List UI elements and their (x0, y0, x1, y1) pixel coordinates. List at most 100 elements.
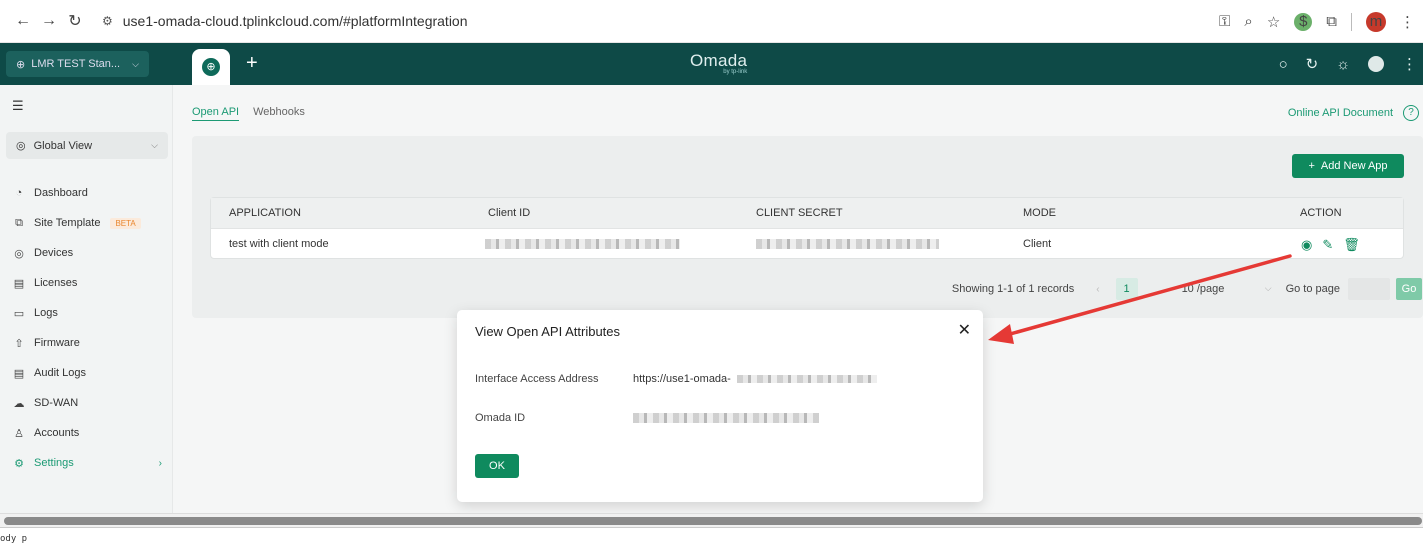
horizontal-scrollbar[interactable] (0, 513, 1423, 527)
location-icon: ◎ (16, 140, 26, 152)
user-avatar[interactable] (1368, 56, 1384, 72)
plus-icon: + (1308, 160, 1315, 172)
profile-avatar[interactable]: m (1366, 11, 1386, 32)
interface-address-label: Interface Access Address (475, 373, 599, 385)
site-info-icon[interactable]: ⚙ (102, 14, 113, 28)
pagination: Showing 1-1 of 1 records ‹ 1 10 /page ⌵ … (952, 277, 1423, 301)
audit-icon: ▤ (13, 367, 25, 380)
dashboard-icon: ◔ (15, 187, 23, 199)
header-application: APPLICATION (229, 207, 301, 219)
back-icon[interactable]: ← (10, 12, 36, 30)
header-client-secret: CLIENT SECRET (756, 207, 843, 219)
sidebar-item-settings[interactable]: ⚙ Settings › (0, 448, 172, 478)
header-client-id: Client ID (488, 207, 531, 219)
kebab-menu-icon[interactable]: ⋮ (1400, 13, 1415, 31)
theme-icon[interactable]: ☼ (1336, 56, 1350, 73)
page-1-button[interactable]: 1 (1115, 278, 1138, 300)
sidebar-item-accounts[interactable]: ♙ Accounts (0, 418, 172, 448)
view-eye-icon[interactable]: ◉ (1301, 237, 1312, 253)
interface-address-value: https://use1-omada- (633, 373, 877, 385)
zoom-icon[interactable]: ⌕ (1244, 13, 1252, 30)
star-icon[interactable]: ☆ (1267, 13, 1280, 31)
apps-table: APPLICATION Client ID CLIENT SECRET MODE… (210, 197, 1404, 259)
user-icon: ♙ (14, 427, 24, 440)
close-icon[interactable]: ✕ (958, 320, 971, 340)
cloud-icon: ☁ (13, 397, 25, 410)
chevron-right-icon: › (158, 457, 162, 469)
omada-id-value-redacted (633, 412, 819, 424)
site-selector-label: LMR TEST Stan... (31, 58, 121, 70)
sidebar-item-firmware[interactable]: ⇧ Firmware (0, 328, 172, 358)
sidebar-item-site-template[interactable]: ⧉ Site Template BETA (0, 208, 172, 238)
extension-icon[interactable]: $ (1294, 12, 1313, 31)
chevron-down-icon: ⌵ (151, 140, 158, 150)
url-text: use1-omada-cloud.tplinkcloud.com/#platfo… (122, 13, 468, 29)
tab-webhooks[interactable]: Webhooks (253, 106, 305, 121)
beta-badge: BETA (110, 217, 141, 229)
page-size-select[interactable]: 10 /page ⌵ (1182, 283, 1272, 295)
modal-title: View Open API Attributes (475, 324, 621, 339)
cell-application: test with client mode (229, 238, 329, 250)
firmware-icon: ⇧ (14, 337, 24, 350)
subtabs: Open API Webhooks (192, 106, 305, 121)
omada-logo: Omada by tp-link (690, 51, 748, 75)
view-api-attributes-modal: View Open API Attributes ✕ Interface Acc… (457, 310, 983, 502)
ok-button[interactable]: OK (475, 454, 519, 478)
goto-label: Go to page (1285, 283, 1340, 295)
chevron-down-icon: ⌵ (1264, 283, 1272, 293)
devices-icon: ◎ (14, 247, 24, 260)
omada-id-label: Omada ID (475, 412, 526, 424)
prev-page-icon[interactable]: ‹ (1096, 284, 1099, 295)
sidebar: ☰ ◎ Global View ⌵ ◔ Dashboard ⧉ Site Tem… (0, 85, 173, 513)
global-tab[interactable]: ⊕ (192, 49, 230, 85)
reload-icon[interactable]: ↻ (62, 11, 88, 31)
logs-icon: ▭ (13, 307, 25, 320)
toolbar-divider (1351, 12, 1352, 31)
sidebar-menu: ◔ Dashboard ⧉ Site Template BETA ◎ Devic… (0, 178, 172, 478)
puzzle-icon[interactable]: ⧉ (1326, 13, 1337, 30)
row-actions: ◉ ✎ 🗑 (1301, 229, 1360, 260)
sidebar-item-licenses[interactable]: ▤ Licenses (0, 268, 172, 298)
scrollbar-thumb[interactable] (4, 517, 1422, 525)
sidebar-item-audit-logs[interactable]: ▤ Audit Logs (0, 358, 172, 388)
sidebar-item-devices[interactable]: ◎ Devices (0, 238, 172, 268)
address-bar[interactable]: ⚙ use1-omada-cloud.tplinkcloud.com/#plat… (102, 6, 1252, 36)
global-view-selector[interactable]: ◎ Global View ⌵ (6, 132, 168, 159)
help-icon: ? (1403, 105, 1419, 121)
delete-trash-icon[interactable]: 🗑 (1343, 237, 1360, 253)
global-view-label: Global View (33, 139, 93, 152)
edit-icon[interactable]: ✎ (1322, 237, 1333, 253)
template-icon: ⧉ (15, 216, 23, 229)
site-selector[interactable]: ⊕ LMR TEST Stan... ⌵ (6, 51, 149, 77)
open-api-card: + Add New App APPLICATION Client ID CLIE… (192, 136, 1423, 318)
browser-toolbar: ← → ↻ ⚙ use1-omada-cloud.tplinkcloud.com… (0, 0, 1423, 43)
api-document-link[interactable]: Online API Document ? (1288, 105, 1419, 121)
key-icon[interactable]: ⚿ (1219, 13, 1230, 30)
globe-icon: ⊕ (202, 58, 220, 76)
sidebar-item-dashboard[interactable]: ◔ Dashboard (0, 178, 172, 208)
tab-open-api[interactable]: Open API (192, 106, 240, 121)
collapse-menu-icon[interactable]: ☰ (12, 98, 24, 114)
add-new-app-button[interactable]: + Add New App (1292, 154, 1404, 178)
chevron-down-icon: ⌵ (132, 58, 139, 69)
gear-icon: ⚙ (14, 457, 24, 470)
add-tab-icon[interactable]: + (246, 52, 258, 75)
table-row: test with client mode Client ◉ ✎ 🗑 (211, 229, 1403, 260)
goto-page-input[interactable] (1348, 278, 1390, 300)
more-icon[interactable]: ⋮ (1402, 55, 1417, 73)
go-button[interactable]: Go (1396, 278, 1422, 300)
globe-icon: ⊕ (16, 58, 26, 71)
sidebar-item-sd-wan[interactable]: ☁ SD-WAN (0, 388, 172, 418)
header-action: ACTION (1300, 207, 1342, 219)
table-header: APPLICATION Client ID CLIENT SECRET MODE… (211, 198, 1403, 229)
sidebar-item-logs[interactable]: ▭ Logs (0, 298, 172, 328)
cell-mode: Client (1023, 238, 1052, 250)
cell-client-secret-redacted (756, 229, 939, 260)
forward-icon[interactable]: → (36, 12, 62, 30)
app-header: ⊕ LMR TEST Stan... ⌵ ⊕ + Omada by tp-lin… (0, 43, 1423, 85)
refresh-icon[interactable]: ↻ (1306, 55, 1319, 73)
status-bar: ody p (0, 527, 1423, 549)
search-icon[interactable]: ○ (1279, 56, 1288, 73)
license-icon: ▤ (13, 277, 25, 290)
header-mode: MODE (1023, 207, 1056, 219)
